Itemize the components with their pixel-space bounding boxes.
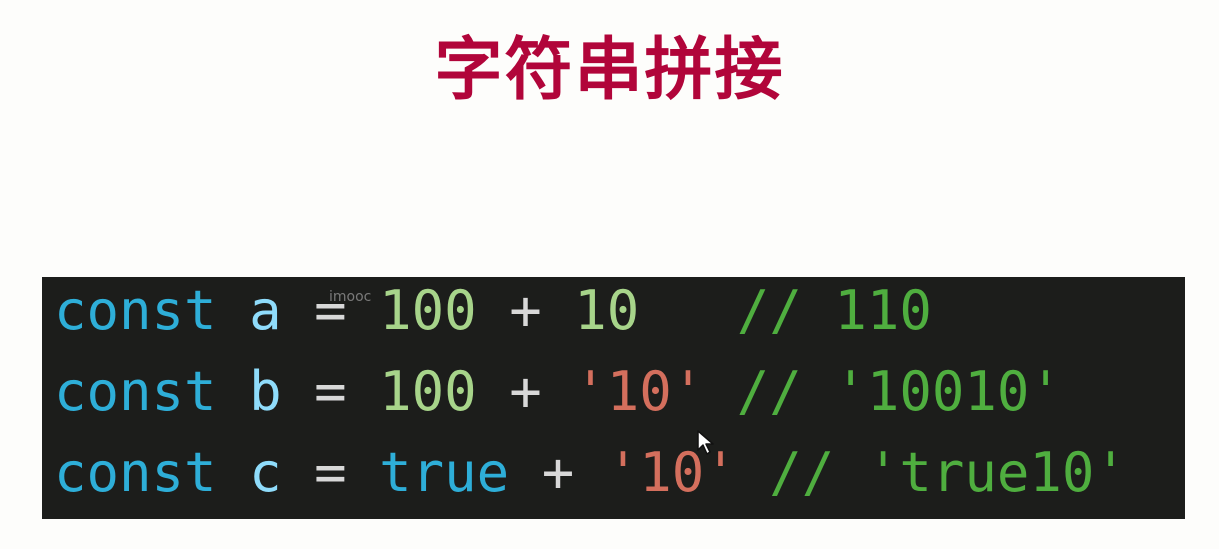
- mouse-cursor-icon: [697, 430, 714, 455]
- code-comment: // '10010': [736, 360, 1062, 423]
- keyword-const: const: [54, 360, 217, 423]
- code-comment: // 110: [736, 279, 932, 342]
- plus-operator: +: [509, 279, 542, 342]
- code-block: const a = 100 + 10 // 110 const b = 100 …: [42, 277, 1185, 519]
- watermark: imooc: [329, 289, 372, 305]
- assignment-operator: =: [314, 441, 347, 504]
- plus-operator: +: [509, 360, 542, 423]
- right-operand: 10: [574, 279, 640, 342]
- variable-name: a: [249, 279, 282, 342]
- code-line-3: const c = true + '10' // 'true10': [54, 441, 1127, 505]
- plus-operator: +: [541, 441, 575, 504]
- variable-name: c: [249, 441, 282, 504]
- assignment-operator: =: [314, 360, 347, 423]
- slide-title: 字符串拼接: [434, 31, 785, 110]
- left-operand: 100: [379, 279, 477, 342]
- code-line-1: const a = 100 + 10 // 110: [54, 279, 932, 343]
- right-operand-string: '10': [606, 441, 737, 504]
- variable-name: b: [249, 360, 282, 423]
- left-operand: 100: [379, 360, 477, 423]
- keyword-const: const: [54, 279, 217, 342]
- keyword-const: const: [54, 441, 217, 504]
- left-operand-boolean: true: [379, 441, 510, 504]
- code-line-2: const b = 100 + '10' // '10010': [54, 360, 1062, 424]
- right-operand-string: '10': [574, 360, 705, 423]
- code-comment: // 'true10': [769, 441, 1127, 504]
